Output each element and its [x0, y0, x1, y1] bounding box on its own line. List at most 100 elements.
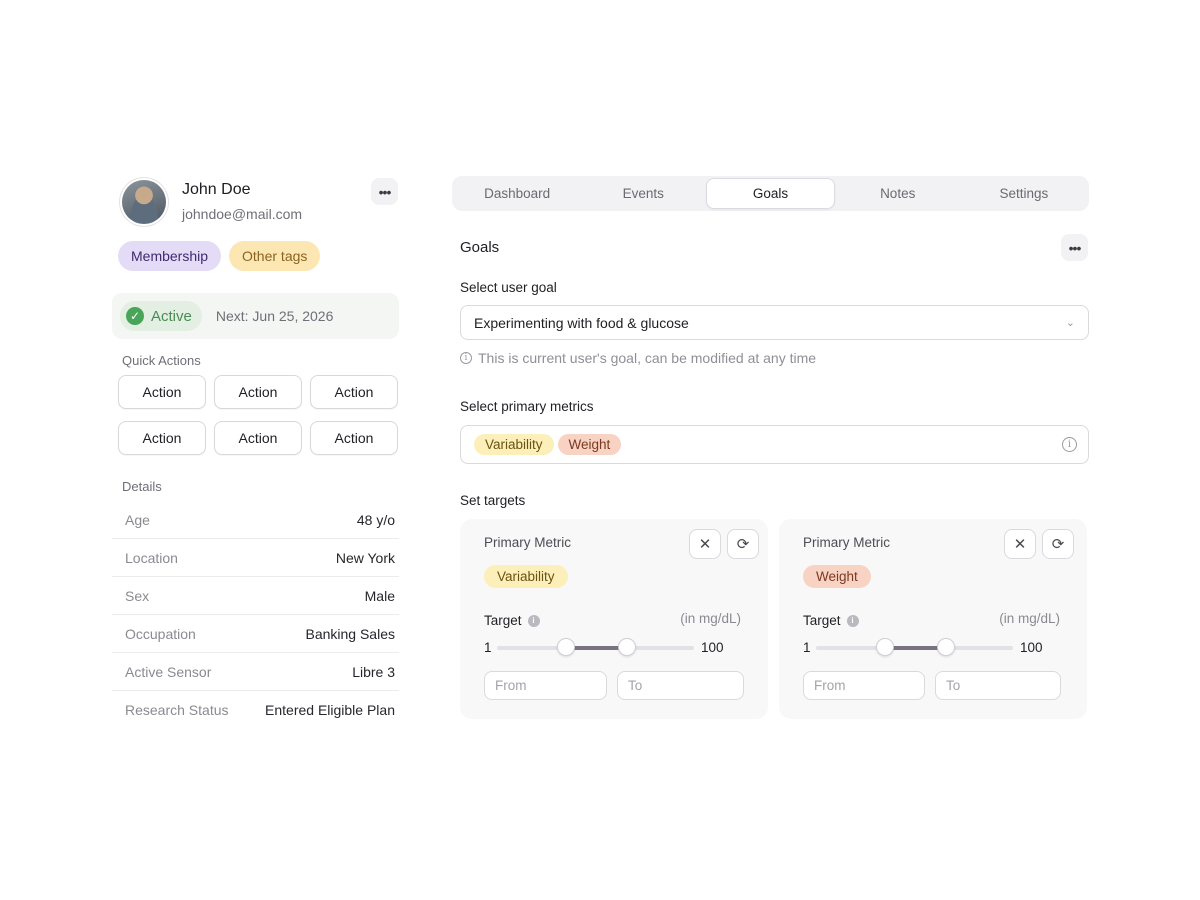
action-button[interactable]: Action	[214, 375, 302, 409]
page-title: Goals	[460, 239, 500, 256]
tab-dashboard[interactable]: Dashboard	[454, 178, 580, 209]
range-max-label: 100	[1020, 640, 1043, 655]
user-email: johndoe@mail.com	[182, 206, 303, 222]
quick-actions-label: Quick Actions	[122, 353, 201, 368]
detail-value: Entered Eligible Plan	[265, 702, 395, 718]
to-input[interactable]: To	[617, 671, 744, 700]
detail-row-sex: Sex Male	[112, 577, 399, 615]
detail-row-active-sensor: Active Sensor Libre 3	[112, 653, 399, 691]
target-card-variability: Primary Metric ✕ ⟳ Variability Target i …	[460, 519, 768, 719]
goals-content: Goals ••• Select user goal Experimenting…	[452, 231, 1089, 719]
detail-key: Sex	[125, 587, 150, 604]
target-label: Target i	[484, 613, 540, 628]
main-panel: Dashboard Events Goals Notes Settings Go…	[452, 176, 1089, 719]
set-targets-label: Set targets	[460, 493, 526, 508]
action-button[interactable]: Action	[118, 421, 206, 455]
detail-value: Male	[364, 587, 395, 604]
range-min-label: 1	[484, 640, 492, 655]
next-date: Next: Jun 25, 2026	[215, 308, 334, 324]
goals-more-button[interactable]: •••	[1061, 234, 1088, 261]
metric-badge: Weight	[803, 565, 871, 588]
tab-goals[interactable]: Goals	[706, 178, 835, 209]
details-label: Details	[122, 479, 162, 494]
target-label-text: Target	[484, 613, 522, 628]
range-max-label: 100	[701, 640, 724, 655]
detail-row-occupation: Occupation Banking Sales	[112, 615, 399, 653]
slider-handle-high[interactable]	[937, 638, 956, 656]
detail-row-research-status: Research Status Entered Eligible Plan	[112, 691, 399, 729]
info-icon[interactable]: i	[1062, 437, 1077, 452]
slider-handle-low[interactable]	[556, 638, 575, 656]
tag-other[interactable]: Other tags	[229, 241, 321, 271]
tab-settings[interactable]: Settings	[961, 178, 1087, 209]
range-slider[interactable]	[497, 638, 694, 656]
info-icon[interactable]: i	[846, 614, 859, 627]
goals-header: Goals •••	[460, 231, 1089, 265]
detail-value: 48 y/o	[356, 511, 395, 528]
detail-key: Research Status	[125, 702, 229, 718]
detail-key: Age	[125, 511, 150, 528]
reset-button[interactable]: ⟳	[727, 529, 759, 559]
tag-list: Membership Other tags	[112, 241, 399, 271]
quick-actions-grid: Action Action Action Action Action Actio…	[112, 375, 399, 455]
close-icon: ✕	[698, 536, 712, 553]
detail-key: Active Sensor	[125, 663, 212, 680]
detail-row-age: Age 48 y/o	[112, 501, 399, 539]
ellipsis-icon: •••	[378, 183, 392, 200]
target-cards: Primary Metric ✕ ⟳ Variability Target i …	[460, 519, 1089, 719]
refresh-icon: ⟳	[736, 536, 750, 553]
metric-chip-variability[interactable]: Variability	[474, 434, 554, 455]
status-bar: ✓ Active Next: Jun 25, 2026	[112, 293, 399, 339]
metrics-multiselect[interactable]: Variability Weight i	[460, 425, 1089, 464]
profile-more-button[interactable]: •••	[371, 178, 398, 205]
user-sidebar: John Doe johndoe@mail.com ••• Membership…	[112, 178, 399, 729]
detail-key: Occupation	[125, 625, 196, 642]
ellipsis-icon: •••	[1068, 239, 1082, 256]
reset-button[interactable]: ⟳	[1042, 529, 1074, 559]
tab-notes[interactable]: Notes	[835, 178, 961, 209]
detail-value: New York	[335, 549, 395, 566]
tab-bar: Dashboard Events Goals Notes Settings	[452, 176, 1089, 211]
refresh-icon: ⟳	[1051, 536, 1065, 553]
goal-hint-text: This is current user's goal, can be modi…	[478, 350, 817, 366]
detail-value: Libre 3	[352, 663, 395, 680]
detail-key: Location	[125, 549, 178, 566]
target-card-weight: Primary Metric ✕ ⟳ Weight Target i (in m…	[779, 519, 1087, 719]
goal-select-value: Experimenting with food & glucose	[474, 314, 689, 331]
info-icon: i	[460, 352, 472, 364]
chevron-down-icon: ⌄	[1065, 317, 1075, 329]
action-button[interactable]: Action	[118, 375, 206, 409]
tab-events[interactable]: Events	[580, 178, 706, 209]
slider-handle-low[interactable]	[875, 638, 894, 656]
target-label: Target i	[803, 613, 859, 628]
action-button[interactable]: Action	[310, 421, 398, 455]
info-icon[interactable]: i	[527, 614, 540, 627]
action-button[interactable]: Action	[214, 421, 302, 455]
tag-membership[interactable]: Membership	[118, 241, 222, 271]
from-input[interactable]: From	[803, 671, 925, 700]
select-goal-label: Select user goal	[460, 280, 557, 295]
check-circle-icon: ✓	[126, 307, 144, 325]
status-label: Active	[151, 307, 192, 325]
status-badge: ✓ Active	[120, 301, 202, 331]
card-title: Primary Metric	[803, 535, 890, 550]
range-slider[interactable]	[816, 638, 1013, 656]
target-label-text: Target	[803, 613, 841, 628]
avatar	[122, 180, 166, 224]
metric-chip-weight[interactable]: Weight	[557, 434, 622, 455]
user-name: John Doe	[182, 181, 251, 198]
metric-badge: Variability	[484, 565, 568, 588]
remove-button[interactable]: ✕	[1004, 529, 1036, 559]
details-list: Age 48 y/o Location New York Sex Male Oc…	[112, 501, 399, 729]
close-icon: ✕	[1013, 536, 1027, 553]
from-input[interactable]: From	[484, 671, 607, 700]
goal-select[interactable]: Experimenting with food & glucose ⌄	[460, 305, 1089, 340]
remove-button[interactable]: ✕	[689, 529, 721, 559]
detail-value: Banking Sales	[305, 625, 395, 642]
unit-label: (in mg/dL)	[680, 611, 741, 626]
to-input[interactable]: To	[935, 671, 1061, 700]
profile-header: John Doe johndoe@mail.com •••	[112, 178, 399, 228]
detail-row-location: Location New York	[112, 539, 399, 577]
slider-handle-high[interactable]	[618, 638, 637, 656]
action-button[interactable]: Action	[310, 375, 398, 409]
